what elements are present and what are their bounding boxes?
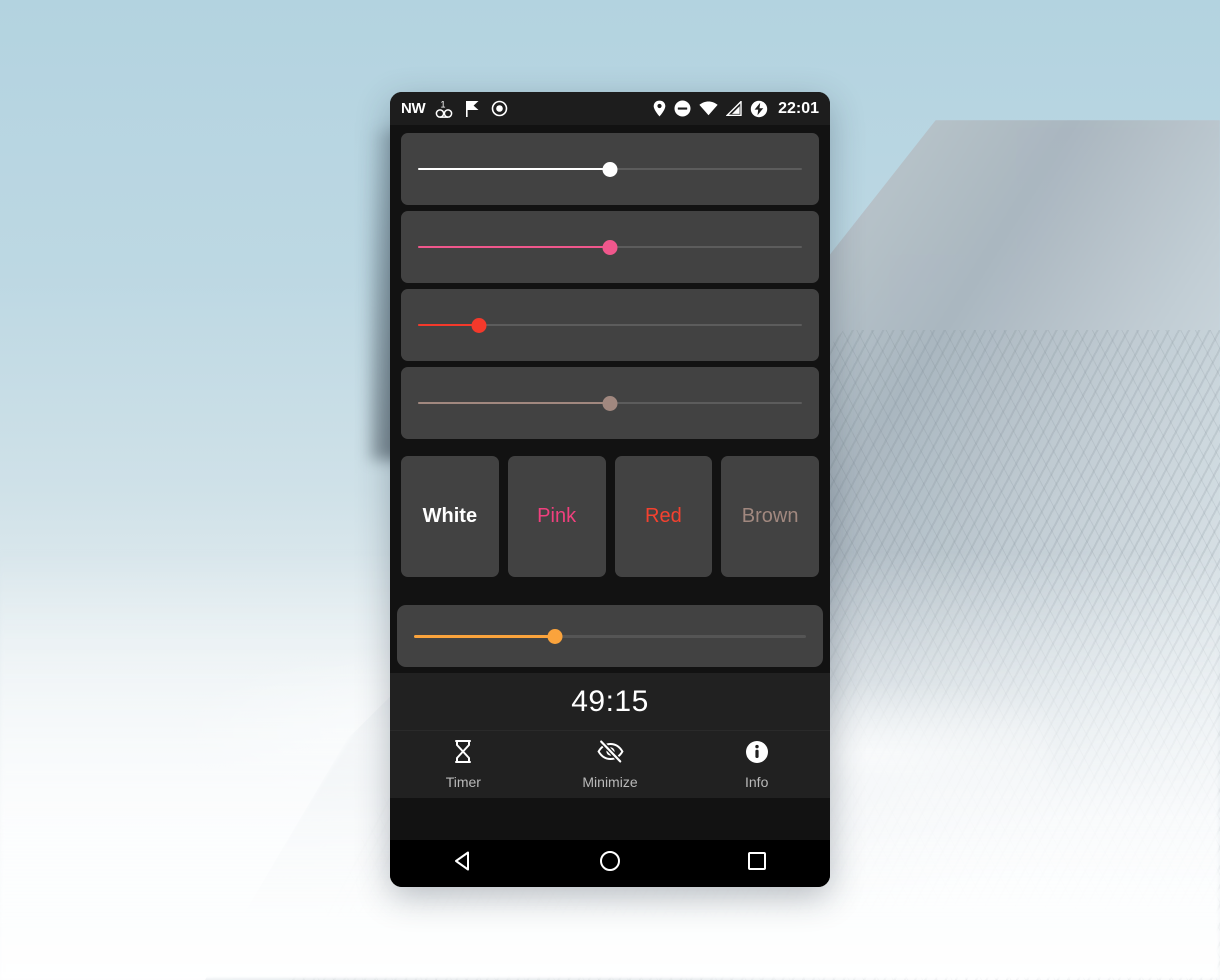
nav-item-label: Timer xyxy=(445,774,481,790)
square-icon xyxy=(745,849,769,878)
brightness-slider[interactable] xyxy=(414,626,806,646)
phone-window: NW 1 22:01 White Pink Red Brown 49:15 Ti… xyxy=(390,92,830,887)
app-content: White Pink Red Brown 49:15 Timer Minimiz… xyxy=(390,125,830,840)
color-button-label: Brown xyxy=(741,505,799,527)
android-system-nav xyxy=(390,840,830,887)
home-button[interactable] xyxy=(574,840,646,887)
slider-thumb[interactable] xyxy=(602,395,618,411)
pink-filter-card xyxy=(401,211,819,283)
wifi-icon xyxy=(699,101,718,116)
nav-item-label: Minimize xyxy=(582,774,638,790)
brown-filter-card xyxy=(401,367,819,439)
color-button-red[interactable]: Red xyxy=(614,456,713,577)
brightness-card xyxy=(397,605,823,667)
status-bar-left-group: NW 1 xyxy=(401,99,508,119)
red-filter-slider[interactable] xyxy=(418,315,802,335)
desktop-wallpaper: NW 1 22:01 White Pink Red Brown 49:15 Ti… xyxy=(0,0,1220,980)
carrier-label-nw: NW xyxy=(401,100,426,117)
status-bar: NW 1 22:01 xyxy=(390,92,830,125)
color-button-label: White xyxy=(422,505,478,527)
white-filter-card xyxy=(401,133,819,205)
do-not-disturb-icon xyxy=(674,100,691,117)
recents-button[interactable] xyxy=(721,840,793,887)
nav-item-info[interactable]: Info xyxy=(683,740,830,790)
slider-thumb[interactable] xyxy=(547,628,563,644)
circle-icon xyxy=(598,849,622,878)
slider-thumb[interactable] xyxy=(471,317,487,333)
color-button-label: Red xyxy=(645,505,682,527)
triangle-left-icon xyxy=(451,849,475,878)
app-bottom-nav: Timer Minimize Info xyxy=(390,730,830,798)
status-bar-clock: 22:01 xyxy=(778,99,819,117)
eye-off-icon xyxy=(596,739,624,769)
cellular-signal-icon xyxy=(726,101,742,116)
slider-fill xyxy=(418,402,610,404)
record-dot-icon xyxy=(491,100,508,117)
status-bar-right-group: 22:01 xyxy=(653,100,819,118)
color-button-pink[interactable]: Pink xyxy=(507,456,606,577)
slider-fill xyxy=(418,168,610,170)
red-filter-card xyxy=(401,289,819,361)
voicemail-count-icon: 1 xyxy=(435,99,454,119)
nav-item-label: Info xyxy=(745,773,769,790)
pink-filter-slider[interactable] xyxy=(418,237,802,257)
timer-value: 49:15 xyxy=(571,684,649,718)
back-button[interactable] xyxy=(427,840,499,887)
nav-item-timer[interactable]: Timer xyxy=(390,739,537,790)
white-filter-slider[interactable] xyxy=(418,159,802,179)
location-pin-icon xyxy=(653,100,666,117)
timer-readout: 49:15 xyxy=(390,673,830,730)
slider-thumb[interactable] xyxy=(602,239,618,255)
info-circle-icon xyxy=(745,740,769,769)
nav-item-minimize[interactable]: Minimize xyxy=(537,739,684,790)
svg-text:1: 1 xyxy=(441,99,446,109)
slider-thumb[interactable] xyxy=(602,161,618,177)
brightness-card-wrapper xyxy=(397,605,823,667)
hourglass-icon xyxy=(452,739,474,769)
color-button-brown[interactable]: Brown xyxy=(721,456,819,577)
color-button-label: Pink xyxy=(537,505,577,527)
brown-filter-slider[interactable] xyxy=(418,393,802,413)
slider-fill xyxy=(418,324,480,326)
flag-check-icon xyxy=(464,100,481,118)
color-preset-row: White Pink Red Brown xyxy=(401,456,819,577)
battery-charging-icon xyxy=(750,100,768,118)
slider-fill xyxy=(418,246,610,248)
color-button-white[interactable]: White xyxy=(401,456,499,577)
slider-fill xyxy=(414,634,556,638)
